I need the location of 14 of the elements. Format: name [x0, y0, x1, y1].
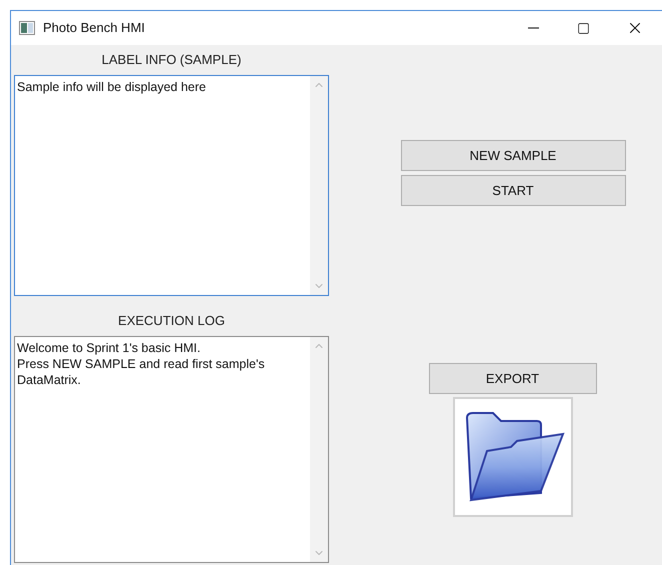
action-button[interactable]: START — [400, 175, 626, 206]
scrollbar[interactable] — [310, 337, 328, 562]
app-icon — [19, 21, 35, 35]
folder-button[interactable] — [452, 397, 572, 517]
text-area[interactable]: Welcome to Sprint 1's basic HMI. Press NEW SAMPLE and read first sample's DataMatrix. — [14, 336, 329, 563]
window-title: Photo Bench HMI — [43, 19, 145, 38]
action-button[interactable]: NEW SAMPLE — [400, 140, 626, 171]
text-area[interactable]: Sample info will be displayed here — [14, 75, 329, 296]
scrollbar[interactable] — [310, 76, 328, 295]
maximize-icon — [576, 22, 590, 34]
panel-label: EXECUTION LOG — [118, 312, 225, 330]
panel-label: LABEL INFO (SAMPLE) — [102, 51, 242, 70]
minimize-icon — [528, 27, 538, 29]
export-button[interactable]: EXPORT — [428, 363, 596, 394]
